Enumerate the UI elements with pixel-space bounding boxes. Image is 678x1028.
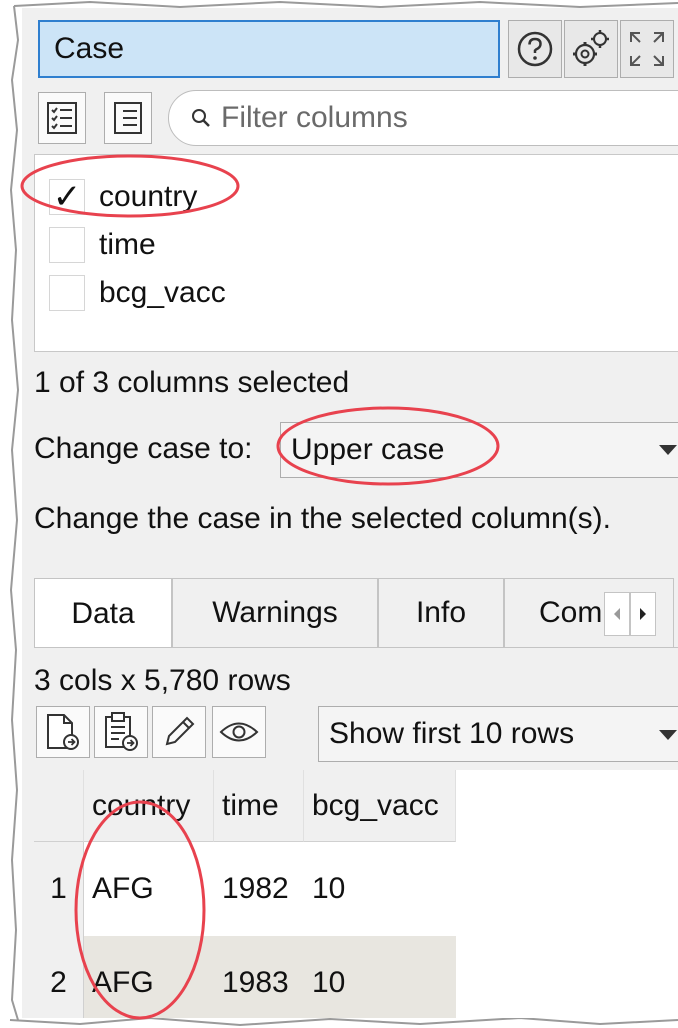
description-text: Change the case in the selected column(s… bbox=[34, 502, 611, 535]
deselect-all-button[interactable] bbox=[104, 92, 152, 144]
table-corner bbox=[34, 770, 84, 842]
tab-info[interactable]: Info bbox=[378, 578, 504, 648]
copy-to-clipboard-button[interactable] bbox=[94, 706, 148, 758]
column-header-time[interactable]: time bbox=[214, 770, 304, 842]
tab-scroll-left-button[interactable] bbox=[604, 592, 630, 636]
column-item-time[interactable]: time bbox=[49, 223, 156, 267]
column-label: bcg_vacc bbox=[99, 276, 226, 309]
column-item-bcg-vacc[interactable]: bcg_vacc bbox=[49, 271, 226, 315]
change-case-label: Change case to: bbox=[34, 432, 253, 465]
filter-columns-field[interactable] bbox=[168, 90, 678, 146]
column-header-bcg-vacc[interactable]: bcg_vacc bbox=[304, 770, 456, 842]
table-cell[interactable]: AFG bbox=[84, 936, 214, 1018]
checklist-icon bbox=[47, 102, 77, 134]
table-cell[interactable]: 10 bbox=[304, 936, 456, 1018]
chevron-left-icon bbox=[614, 608, 620, 620]
filter-columns-input[interactable] bbox=[219, 100, 643, 136]
column-label: country bbox=[99, 180, 198, 213]
help-icon bbox=[517, 31, 553, 67]
chevron-down-icon bbox=[659, 730, 677, 740]
chevron-right-icon bbox=[640, 608, 646, 620]
search-icon bbox=[192, 109, 210, 127]
column-list: ✓ country time bcg_vacc bbox=[34, 154, 678, 352]
pencil-icon bbox=[165, 716, 195, 746]
case-panel: Case Filter columns ✓ country time bcg_v… bbox=[22, 8, 678, 1018]
checkbox-time[interactable] bbox=[49, 227, 85, 263]
help-button[interactable] bbox=[508, 20, 562, 78]
tab-divider bbox=[34, 647, 678, 648]
table-cell[interactable]: 10 bbox=[304, 842, 456, 936]
eye-icon bbox=[219, 722, 259, 742]
row-header[interactable]: 1 bbox=[34, 842, 84, 936]
gears-icon bbox=[573, 30, 609, 66]
list-icon bbox=[114, 102, 142, 134]
column-label: time bbox=[99, 228, 156, 261]
data-summary: 3 cols x 5,780 rows bbox=[34, 664, 291, 697]
settings-button[interactable] bbox=[564, 20, 618, 78]
rows-to-show-dropdown[interactable]: Show first 10 rows bbox=[318, 706, 678, 762]
row-header[interactable]: 2 bbox=[34, 936, 84, 1018]
checkbox-bcg-vacc[interactable] bbox=[49, 275, 85, 311]
column-item-country[interactable]: ✓ country bbox=[49, 175, 197, 219]
rows-to-show-value: Show first 10 rows bbox=[329, 717, 575, 750]
edit-button[interactable] bbox=[152, 706, 206, 758]
table-cell[interactable]: 1983 bbox=[214, 936, 304, 1018]
chevron-down-icon bbox=[659, 445, 677, 455]
table-cell[interactable]: AFG bbox=[84, 842, 214, 936]
tab-data[interactable]: Data bbox=[34, 578, 172, 648]
column-header-country[interactable]: country bbox=[84, 770, 214, 842]
checkbox-country[interactable]: ✓ bbox=[49, 179, 85, 215]
preview-button[interactable] bbox=[212, 706, 266, 758]
transform-title-field[interactable]: Case bbox=[38, 20, 500, 78]
data-table: country time bcg_vacc 1 AFG 1982 10 2 AF… bbox=[34, 770, 678, 1018]
select-all-button[interactable] bbox=[38, 92, 86, 144]
selection-status: 1 of 3 columns selected bbox=[34, 366, 350, 399]
export-file-icon bbox=[47, 714, 79, 750]
export-file-button[interactable] bbox=[36, 706, 90, 758]
clipboard-icon bbox=[105, 712, 138, 751]
tab-scroll-right-button[interactable] bbox=[630, 592, 656, 636]
change-case-dropdown[interactable]: Upper case bbox=[280, 422, 678, 478]
expand-button[interactable] bbox=[620, 20, 674, 78]
tab-bar: Data Warnings Info Com bbox=[34, 578, 678, 648]
change-case-value: Upper case bbox=[291, 433, 445, 466]
tab-warnings[interactable]: Warnings bbox=[172, 578, 378, 648]
table-cell[interactable]: 1982 bbox=[214, 842, 304, 936]
expand-icon bbox=[630, 32, 664, 66]
